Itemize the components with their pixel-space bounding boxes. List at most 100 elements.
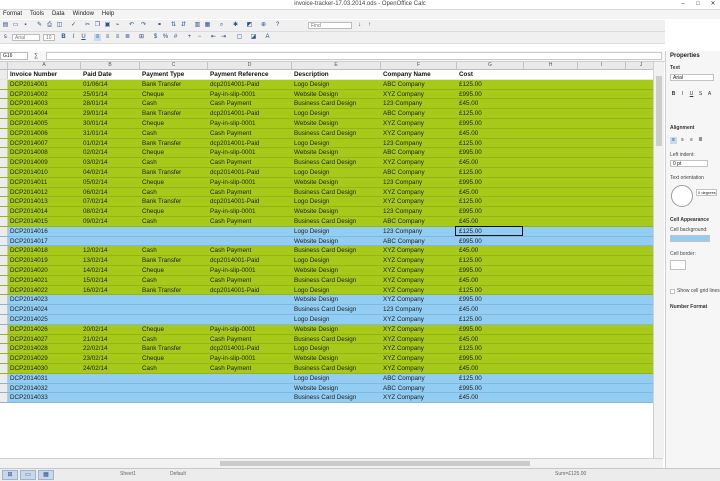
sidebar-shadow-icon[interactable]: A [706, 91, 713, 98]
undo-icon[interactable]: ↶ [128, 22, 135, 29]
delete-decimal-icon[interactable]: − [196, 34, 203, 41]
table-cell[interactable]: Website Design [292, 148, 381, 157]
sidebar-bold-icon[interactable]: B [670, 91, 677, 98]
row-number[interactable] [0, 285, 8, 295]
column-header-g[interactable]: G [457, 62, 524, 69]
table-cell[interactable]: £125.00 [457, 139, 524, 148]
table-cell[interactable]: Website Design [292, 295, 381, 304]
horizontal-scroll-thumb[interactable] [220, 461, 530, 466]
table-row[interactable]: DCP2014006 31/01/14 Cash Cash Payment Busine… [0, 128, 663, 139]
row-number[interactable] [0, 148, 8, 158]
taskbar-start-icon[interactable]: ⊞ [2, 470, 18, 480]
sort-ascending-icon[interactable]: ⇅ [170, 22, 177, 29]
table-cell[interactable]: Company Name [381, 70, 457, 79]
table-cell[interactable]: Cash [140, 129, 208, 138]
row-number[interactable] [0, 315, 8, 324]
table-cell[interactable]: 02/02/14 [81, 148, 140, 157]
table-cell[interactable]: dcp2014001-Paid [208, 109, 292, 118]
table-cell[interactable]: £45.00 [457, 158, 524, 167]
table-cell[interactable]: DCP2014005 [8, 119, 81, 128]
table-cell[interactable]: ABC Company [381, 80, 457, 89]
table-cell[interactable]: Cheque [140, 119, 208, 128]
decrease-indent-icon[interactable]: ⇤ [210, 34, 217, 41]
table-row[interactable]: DCP2014027 21/02/14 Cash Cash Payment Busine… [0, 334, 663, 345]
column-header-i[interactable]: I [578, 62, 626, 69]
table-row[interactable]: DCP2014010 04/02/14 Bank Transfer dcp201400… [0, 168, 663, 178]
table-cell[interactable]: Cash Payment [208, 188, 292, 197]
row-number[interactable] [0, 305, 8, 314]
save-icon[interactable]: ▪ [22, 22, 29, 29]
table-cell[interactable] [208, 315, 292, 324]
table-cell[interactable]: £45.00 [457, 276, 524, 285]
table-cell[interactable]: Pay-in-slip-0001 [208, 207, 292, 216]
grid-lines-checkbox[interactable] [670, 289, 675, 294]
table-cell[interactable]: XYZ Company [381, 158, 457, 167]
table-cell[interactable] [208, 227, 292, 236]
row-number[interactable] [0, 168, 8, 177]
horizontal-scrollbar[interactable] [0, 458, 663, 468]
table-cell[interactable]: Bank Transfer [140, 80, 208, 89]
table-cell[interactable] [208, 384, 292, 393]
menu-format[interactable]: Format [0, 10, 25, 19]
table-cell[interactable]: DCP2014014 [8, 207, 81, 216]
table-cell[interactable]: ABC Company [381, 168, 457, 177]
styles-icon[interactable]: ꜱ [2, 34, 9, 41]
font-color-icon[interactable]: A [264, 34, 271, 41]
row-number[interactable] [0, 79, 8, 89]
column-header-d[interactable]: D [208, 62, 292, 69]
zoom-icon[interactable]: ⊕ [260, 22, 267, 29]
table-row[interactable]: DCP2014031 Logo Design ABC Company £125.00 [0, 373, 663, 384]
spellcheck-icon[interactable]: ✓ [70, 22, 77, 29]
table-cell[interactable]: Cheque [140, 207, 208, 216]
table-cell[interactable]: XYZ Company [381, 246, 457, 255]
table-row[interactable]: DCP2014029 23/02/14 Cheque Pay-in-slip-0001… [0, 354, 663, 364]
table-cell[interactable]: Cash [140, 158, 208, 167]
paste-icon[interactable]: ▣ [104, 22, 111, 29]
table-row[interactable]: DCP2014003 28/01/14 Cash Cash Payment Busine… [0, 99, 663, 110]
table-cell[interactable]: XYZ Company [381, 197, 457, 206]
row-number[interactable] [0, 187, 8, 197]
table-cell[interactable]: Cash Payment [208, 335, 292, 344]
sidebar-section-alignment[interactable]: Alignment [670, 125, 694, 131]
table-cell[interactable]: DCP2014023 [8, 295, 81, 304]
table-cell[interactable]: Cash [140, 217, 208, 226]
bold-icon[interactable]: B [60, 34, 67, 41]
table-cell[interactable]: XYZ Company [381, 266, 457, 275]
table-cell[interactable]: Bank Transfer [140, 256, 208, 265]
table-cell[interactable]: £995.00 [457, 266, 524, 275]
table-row[interactable]: DCP2014030 24/02/14 Cash Cash Payment Busine… [0, 364, 663, 374]
vertical-scroll-thumb[interactable] [656, 76, 662, 146]
table-cell[interactable]: DCP2014025 [8, 315, 81, 324]
currency-format-icon[interactable]: $ [152, 34, 159, 41]
table-cell[interactable]: dcp2014001-Paid [208, 139, 292, 148]
table-cell[interactable]: DCP2014007 [8, 139, 81, 148]
table-cell[interactable]: XYZ Company [381, 129, 457, 138]
table-row[interactable]: DCP2014014 08/02/14 Cheque Pay-in-slip-0001… [0, 207, 663, 217]
row-number[interactable] [0, 236, 8, 246]
table-cell[interactable]: £125.00 [457, 80, 524, 89]
table-cell[interactable]: £995.00 [457, 354, 524, 363]
table-cell[interactable]: £125.00 [457, 168, 524, 177]
left-indent-field[interactable]: 0 pt [670, 160, 708, 167]
row-number[interactable] [0, 109, 8, 118]
table-cell[interactable]: Pay-in-slip-0001 [208, 90, 292, 99]
table-cell[interactable]: 123 Company [381, 139, 457, 148]
table-cell[interactable]: £45.00 [457, 393, 524, 402]
table-row[interactable]: DCP2014016 Logo Design 123 Company £125.00 [0, 226, 663, 237]
table-row[interactable]: DCP2014008 02/02/14 Cheque Pay-in-slip-0001… [0, 148, 663, 159]
table-cell[interactable]: dcp2014001-Paid [208, 286, 292, 295]
row-number[interactable] [0, 99, 8, 109]
row-number[interactable] [0, 89, 8, 99]
table-cell[interactable] [140, 227, 208, 236]
table-row[interactable]: DCP2014018 12/02/14 Cash Cash Payment Busine… [0, 246, 663, 257]
table-cell[interactable]: £45.00 [457, 246, 524, 255]
row-number[interactable] [0, 226, 8, 236]
table-cell[interactable]: Payment Reference [208, 70, 292, 79]
table-cell[interactable]: DCP2014018 [8, 246, 81, 255]
column-header-c[interactable]: C [140, 62, 208, 69]
table-cell[interactable]: Logo Design [292, 315, 381, 324]
table-cell[interactable]: Website Design [292, 237, 381, 246]
orientation-degrees-field[interactable]: 0 degrees [696, 189, 717, 196]
table-cell[interactable]: DCP2014026 [8, 325, 81, 334]
table-cell[interactable] [140, 295, 208, 304]
